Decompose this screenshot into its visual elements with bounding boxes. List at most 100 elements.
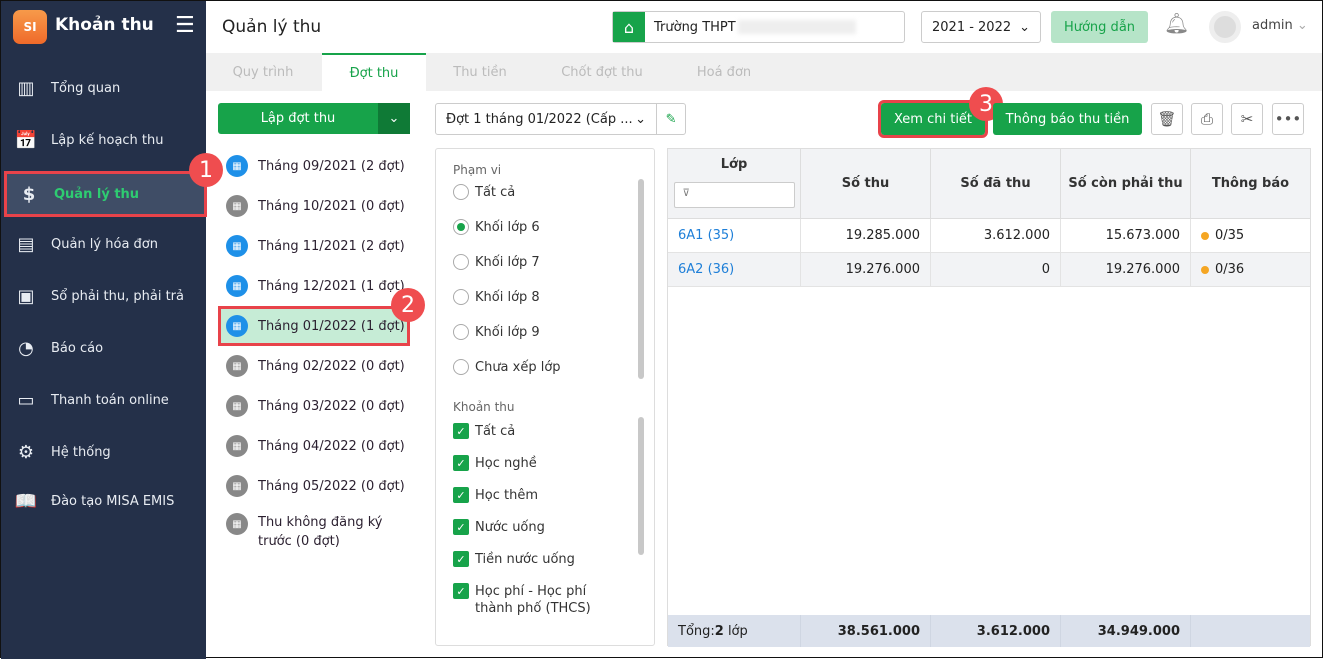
nav-label: Thanh toán online (51, 392, 169, 408)
scope-scrollbar[interactable] (638, 179, 644, 379)
tab-chot-dot-thu[interactable]: Chốt đợt thu (550, 53, 654, 91)
sidebar-item-hoa-don[interactable]: ▤ Quản lý hóa đơn (1, 221, 206, 267)
chevron-down-icon: ⌄ (1019, 19, 1030, 35)
sidebar-item-thanh-toan[interactable]: ▭ Thanh toán online (1, 377, 206, 423)
footer-count: Tổng: 2 lớp (668, 615, 801, 647)
radio[interactable] (453, 359, 469, 375)
month-item[interactable]: ▦ Tháng 11/2021 (2 đợt) (218, 226, 410, 266)
scope-radio-khoi-6[interactable]: Khối lớp 6 (453, 219, 540, 235)
radio[interactable] (453, 254, 469, 270)
column-header-remaining: Số còn phải thu (1061, 149, 1191, 219)
fee-checkbox[interactable]: ✓ Nước uống (453, 519, 545, 535)
app-title: Khoản thu (55, 15, 154, 35)
fee-checkbox[interactable]: ✓ Tiền nước uống (453, 551, 575, 567)
month-item[interactable]: ▦ Tháng 04/2022 (0 đợt) (218, 426, 410, 466)
radio[interactable] (453, 324, 469, 340)
sidebar-item-quan-ly-thu[interactable]: $ Quản lý thu (4, 171, 207, 217)
scope-radio-khoi-8[interactable]: Khối lớp 8 (453, 289, 540, 305)
option-label: Tất cả (475, 423, 516, 439)
sidebar-item-he-thong[interactable]: ⚙ Hệ thống (1, 429, 206, 475)
school-selector[interactable]: ⌂ Trường THPT (612, 11, 905, 43)
scope-radio-khoi-7[interactable]: Khối lớp 7 (453, 254, 540, 270)
radio-checked[interactable] (453, 219, 469, 235)
print-button[interactable]: ⎙ (1191, 103, 1223, 135)
option-label: Học nghề (475, 455, 537, 471)
cell-total: 19.285.000 (801, 219, 931, 253)
footer-remaining: 34.949.000 (1061, 615, 1191, 647)
month-item[interactable]: ▦ Tháng 10/2021 (0 đợt) (218, 186, 410, 226)
sidebar-item-dao-tao[interactable]: 📖 Đào tạo MISA EMIS (1, 478, 206, 524)
month-item[interactable]: ▦ Thu không đăng ký trước (0 đợt) (218, 513, 388, 563)
guide-button[interactable]: Hướng dẫn (1051, 11, 1148, 43)
more-button[interactable]: ••• (1272, 103, 1304, 135)
month-item[interactable]: ▦ Tháng 05/2022 (0 đợt) (218, 466, 410, 506)
cell-remaining: 19.276.000 (1061, 253, 1191, 287)
cell-paid: 0 (931, 253, 1061, 287)
footer-paid: 3.612.000 (931, 615, 1061, 647)
option-label: Tất cả (475, 184, 516, 200)
bell-icon[interactable]: 🔔︎ (1164, 11, 1189, 35)
month-item[interactable]: ▦ Tháng 09/2021 (2 đợt) (218, 146, 410, 186)
tab-bar: Quy trình Đợt thu Thu tiền Chốt đợt thu … (206, 53, 1322, 91)
year-value: 2021 - 2022 (932, 19, 1012, 35)
month-item[interactable]: ▦ Tháng 02/2022 (0 đợt) (218, 346, 410, 386)
table-row[interactable]: 6A2 (36) 19.276.000 0 19.276.000 0/36 (668, 253, 1310, 287)
user-menu[interactable]: admin ⌄ (1252, 18, 1308, 33)
delete-button[interactable]: 🗑︎ (1151, 103, 1183, 135)
option-label: Học thêm (475, 487, 539, 503)
create-batch-label: Lập đợt thu (260, 111, 336, 126)
notify-payment-button[interactable]: Thông báo thu tiền (993, 103, 1142, 135)
radio[interactable] (453, 184, 469, 200)
class-link[interactable]: 6A1 (35) (668, 219, 801, 253)
option-label: Khối lớp 9 (475, 324, 540, 340)
fee-checkbox[interactable]: ✓ Học phí - Học phí thành phố (THCS) (453, 583, 623, 617)
fees-label: Khoản thu (453, 400, 515, 414)
month-label: Tháng 11/2021 (2 đợt) (258, 238, 405, 254)
sidebar-item-tong-quan[interactable]: ▥ Tổng quan (1, 65, 206, 111)
scope-radio-all[interactable]: Tất cả (453, 184, 515, 200)
chevron-down-icon[interactable]: ⌄ (378, 103, 410, 134)
edit-icon[interactable]: ✎ (656, 104, 685, 134)
month-item-selected[interactable]: ▦ Tháng 01/2022 (1 đợt) (218, 306, 410, 346)
checkbox-checked[interactable]: ✓ (453, 551, 469, 567)
tab-quy-trinh[interactable]: Quy trình (211, 53, 315, 91)
fee-checkbox[interactable]: ✓ Học thêm (453, 487, 538, 503)
tab-hoa-don[interactable]: Hoá đơn (672, 53, 776, 91)
checkbox-checked[interactable]: ✓ (453, 583, 469, 599)
table-row[interactable]: 6A1 (35) 19.285.000 3.612.000 15.673.000… (668, 219, 1310, 253)
radio[interactable] (453, 289, 469, 305)
nav-label: Báo cáo (51, 340, 104, 356)
filter-panel: Phạm vi Tất cả Khối lớp 6 Khối lớp 7 Khố… (435, 148, 655, 646)
ledger-icon: ▣ (17, 285, 35, 307)
month-item[interactable]: ▦ Tháng 03/2022 (0 đợt) (218, 386, 410, 426)
tab-dot-thu[interactable]: Đợt thu (322, 53, 426, 91)
create-batch-button[interactable]: Lập đợt thu ⌄ (218, 103, 410, 134)
checkbox-checked[interactable]: ✓ (453, 487, 469, 503)
fee-checkbox[interactable]: ✓ Tất cả (453, 423, 515, 439)
sidebar-item-lap-ke-hoach[interactable]: 📅 Lập kế hoạch thu (1, 117, 206, 163)
notice-count: 0/36 (1215, 262, 1245, 277)
scope-radio-unassigned[interactable]: Chưa xếp lớp (453, 359, 561, 375)
year-select[interactable]: 2021 - 2022 ⌄ (921, 11, 1041, 43)
tab-thu-tien[interactable]: Thu tiền (428, 53, 532, 91)
chevron-down-icon: ⌄ (635, 111, 647, 127)
cell-total: 19.276.000 (801, 253, 931, 287)
batch-select[interactable]: Đợt 1 tháng 01/2022 (Cấp ... ⌄ ✎ (435, 103, 686, 135)
avatar[interactable] (1209, 11, 1241, 43)
notice-count: 0/35 (1215, 228, 1245, 243)
checkbox-checked[interactable]: ✓ (453, 519, 469, 535)
scope-radio-khoi-9[interactable]: Khối lớp 9 (453, 324, 540, 340)
month-item[interactable]: ▦ Tháng 12/2021 (1 đợt) (218, 266, 410, 306)
checkbox-checked[interactable]: ✓ (453, 423, 469, 439)
sidebar-item-bao-cao[interactable]: ◔ Báo cáo (1, 325, 206, 371)
class-filter-input[interactable]: ⊽ (673, 182, 795, 208)
fee-checkbox[interactable]: ✓ Học nghề (453, 455, 537, 471)
checkbox-checked[interactable]: ✓ (453, 455, 469, 471)
cell-notice: 0/36 (1191, 253, 1310, 287)
tools-button[interactable]: ✂ (1231, 103, 1263, 135)
nav-label: Đào tạo MISA EMIS (51, 493, 175, 509)
fees-scrollbar[interactable] (638, 417, 644, 555)
menu-icon[interactable]: ☰ (175, 13, 195, 38)
class-link[interactable]: 6A2 (36) (668, 253, 801, 287)
sidebar-item-so-phai-thu[interactable]: ▣ Sổ phải thu, phải trả (1, 273, 206, 319)
